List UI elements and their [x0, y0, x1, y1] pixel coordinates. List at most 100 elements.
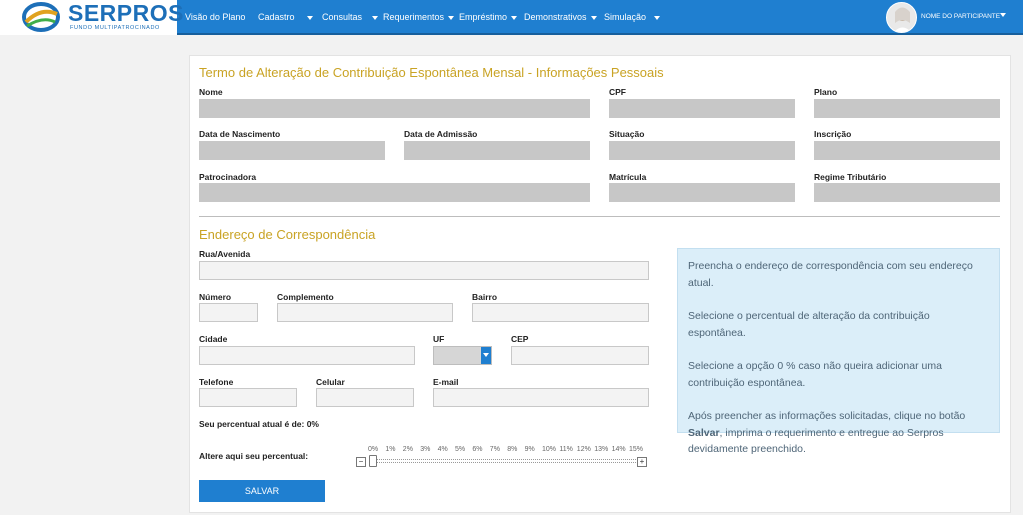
nav-label: Requerimentos: [383, 12, 445, 22]
uf-select[interactable]: [433, 346, 492, 365]
percent-slider-track[interactable]: [370, 459, 636, 463]
user-menu-chevron-down-icon[interactable]: [1000, 13, 1006, 17]
percent-tick-label[interactable]: 15%: [629, 446, 643, 453]
chevron-down-icon: [306, 15, 313, 20]
admissao-label: Data de Admissão: [404, 129, 478, 139]
situacao-field: [609, 141, 795, 160]
cidade-label: Cidade: [199, 334, 228, 344]
percent-tick-label[interactable]: 14%: [612, 446, 626, 453]
patrocinadora-label: Patrocinadora: [199, 172, 257, 182]
percent-tick-label[interactable]: 8%: [507, 446, 517, 453]
participant-name[interactable]: NOME DO PARTICIPANTE: [921, 13, 1000, 20]
top-nav-bar: SERPROS FUNDO MULTIPATROCINADO Visão do …: [0, 0, 1023, 35]
slider-decrease-button[interactable]: −: [356, 457, 366, 467]
percent-tick-label[interactable]: 9%: [525, 446, 535, 453]
nav-requerimentos[interactable]: Requerimentos: [383, 11, 455, 25]
plano-field: [814, 99, 1000, 118]
instruction-save-text-end: , imprima o requerimento e entregue ao S…: [688, 426, 944, 456]
nav-visao-do-plano[interactable]: Visão do Plano: [185, 11, 245, 25]
numero-input[interactable]: [199, 303, 258, 322]
percent-tick-label[interactable]: 5%: [455, 446, 465, 453]
nav-demonstrativos[interactable]: Demonstrativos: [524, 11, 597, 25]
section-divider: [199, 216, 1000, 217]
inscricao-field: [814, 141, 1000, 160]
logo[interactable]: SERPROS FUNDO MULTIPATROCINADO: [0, 0, 183, 35]
nascimento-label: Data de Nascimento: [199, 129, 281, 139]
email-input[interactable]: [433, 388, 649, 407]
nav-label: Simulação: [604, 12, 647, 22]
percent-tick-label[interactable]: 13%: [594, 446, 608, 453]
cep-input[interactable]: [511, 346, 649, 365]
rua-label: Rua/Avenida: [199, 249, 251, 259]
situacao-label: Situação: [609, 129, 645, 139]
nav-cadastro[interactable]: Cadastro: [258, 11, 313, 25]
regime-field: [814, 183, 1000, 202]
nascimento-field: [199, 141, 385, 160]
bairro-label: Bairro: [472, 292, 498, 302]
celular-label: Celular: [316, 377, 345, 387]
celular-input[interactable]: [316, 388, 414, 407]
cpf-field: [609, 99, 795, 118]
cidade-input[interactable]: [199, 346, 415, 365]
nav-label: Consultas: [322, 12, 363, 22]
percent-tick-label[interactable]: 7%: [490, 446, 500, 453]
instruction-save-text: Após preencher as informações solicitada…: [688, 410, 966, 422]
plano-label: Plano: [814, 87, 838, 97]
percent-tick-label[interactable]: 4%: [438, 446, 448, 453]
address-title: Endereço de Correspondência: [199, 227, 376, 242]
numero-label: Número: [199, 292, 232, 302]
chevron-down-icon: [448, 15, 455, 20]
nav-consultas[interactable]: Consultas: [322, 11, 379, 25]
percent-tick-label[interactable]: 1%: [385, 446, 395, 453]
percent-tick-label[interactable]: 12%: [577, 446, 591, 453]
chevron-down-icon[interactable]: [481, 347, 491, 364]
instruction-address: Preencha o endereço de correspondência c…: [688, 260, 973, 289]
telefone-input[interactable]: [199, 388, 297, 407]
avatar[interactable]: [886, 2, 917, 33]
percent-slider-thumb[interactable]: [369, 455, 377, 467]
user-avatar-icon: [893, 7, 912, 32]
instructions-box: Preencha o endereço de correspondência c…: [677, 248, 1000, 455]
inscricao-label: Inscrição: [814, 129, 852, 139]
complemento-label: Complemento: [277, 292, 334, 302]
percent-tick-label[interactable]: 6%: [472, 446, 482, 453]
percent-tick-label[interactable]: 11%: [559, 446, 573, 453]
instruction-percent: Selecione o percentual de alteração da c…: [688, 310, 930, 339]
matricula-field: [609, 183, 795, 202]
nome-field: [199, 99, 590, 118]
email-label: E-mail: [433, 377, 459, 387]
cep-label: CEP: [511, 334, 529, 344]
nav-simulacao[interactable]: Simulação: [604, 11, 661, 25]
save-button[interactable]: SALVAR: [199, 480, 325, 502]
matricula-label: Matrícula: [609, 172, 647, 182]
bairro-input[interactable]: [472, 303, 649, 322]
cpf-label: CPF: [609, 87, 626, 97]
slider-increase-button[interactable]: +: [637, 457, 647, 467]
percent-tick-label[interactable]: 2%: [403, 446, 413, 453]
percent-tick-label[interactable]: 3%: [420, 446, 430, 453]
complemento-input[interactable]: [277, 303, 453, 322]
telefone-label: Telefone: [199, 377, 234, 387]
chevron-down-icon: [654, 15, 661, 20]
chevron-down-icon: [590, 15, 597, 20]
chevron-down-icon: [511, 15, 518, 20]
percent-tick-label[interactable]: 0%: [368, 446, 378, 453]
nav-label: Cadastro: [258, 12, 295, 22]
chevron-down-icon: [372, 15, 379, 20]
nav-label: Visão do Plano: [185, 12, 246, 22]
instruction-save: Após preencher as informações solicitada…: [688, 408, 989, 458]
nav-label: Demonstrativos: [524, 12, 587, 22]
current-percent-text: Seu percentual atual é de: 0%: [199, 419, 319, 429]
change-percent-label: Altere aqui seu percentual:: [199, 451, 309, 461]
nome-label: Nome: [199, 87, 223, 97]
brand-subtitle: FUNDO MULTIPATROCINADO: [70, 25, 160, 31]
patrocinadora-field: [199, 183, 590, 202]
regime-label: Regime Tributário: [814, 172, 887, 182]
percent-tick-label[interactable]: 10%: [542, 446, 556, 453]
instruction-save-bold: Salvar: [688, 426, 720, 439]
rua-input[interactable]: [199, 261, 649, 280]
instruction-zero: Selecione a opção 0 % caso não queira ad…: [688, 360, 942, 389]
nav-label: Empréstimo: [459, 12, 508, 22]
nav-emprestimo[interactable]: Empréstimo: [459, 11, 518, 25]
personal-info-title: Termo de Alteração de Contribuição Espon…: [199, 65, 664, 80]
